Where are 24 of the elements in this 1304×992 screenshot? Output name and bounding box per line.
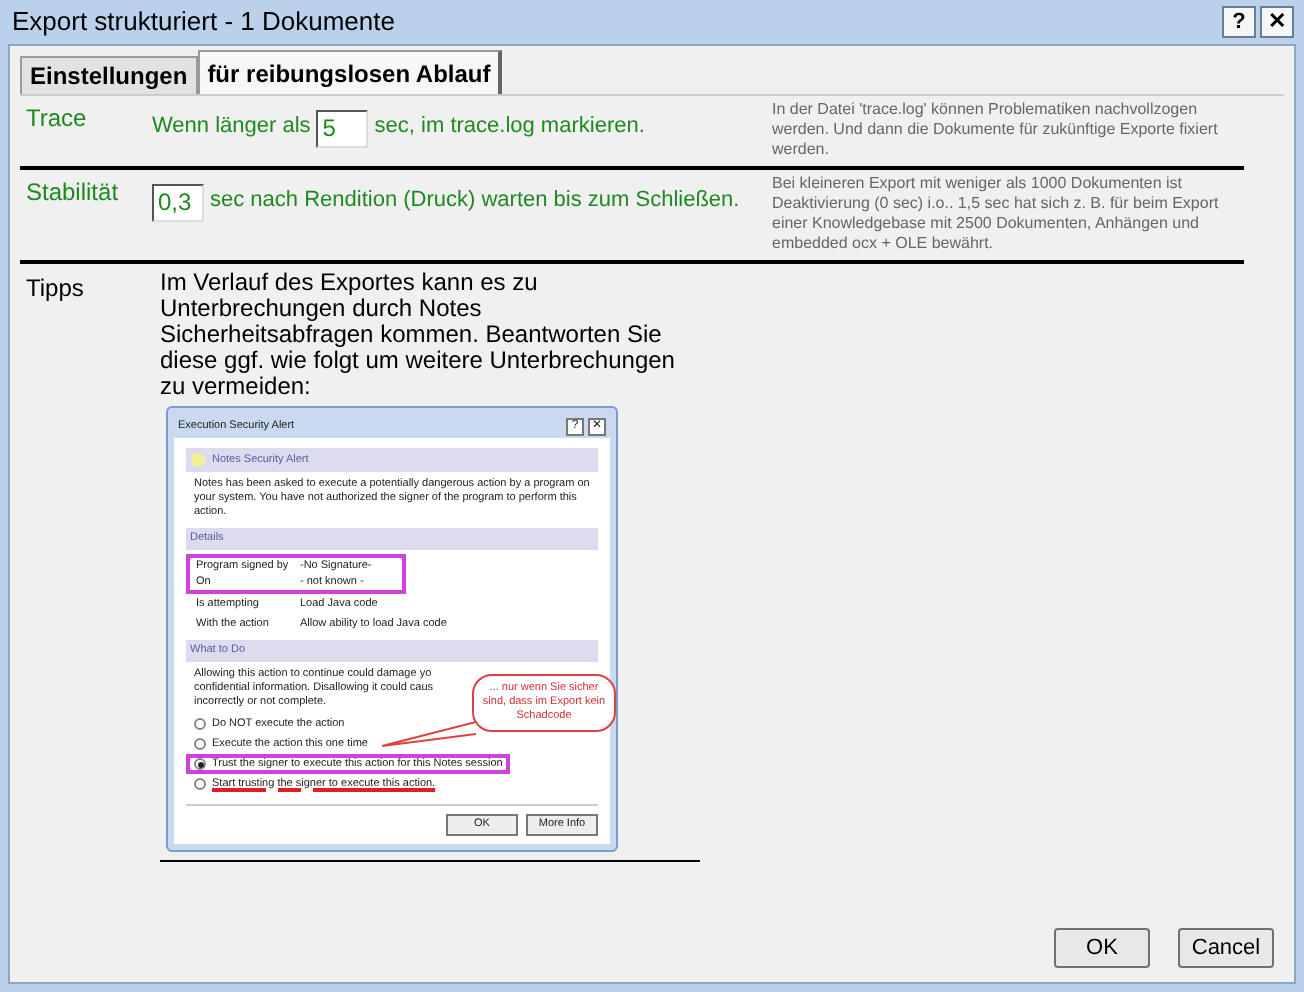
- setting-label: Trace: [24, 102, 89, 136]
- tips-text: Im Verlauf des Exportes kann es zu Unterbrechungen durch Notes Sicherheitsabfragen kommen. Beantworten Sie diese ggf. wie folgt um weitere Unterbrechungen zu vermeiden:: [160, 270, 677, 400]
- tab[interactable]: Einstellungen: [20, 56, 198, 94]
- radio-button[interactable]: [194, 718, 206, 730]
- title-bar-button[interactable]: ?: [1222, 6, 1256, 38]
- tab[interactable]: für reibungslosen Ablauf: [197, 50, 503, 94]
- radio-button[interactable]: [194, 778, 206, 790]
- radio-button[interactable]: [194, 758, 206, 770]
- radio-button[interactable]: [194, 738, 206, 750]
- setting-text: sec, im trace.log markieren.: [374, 112, 645, 142]
- window-title: Export strukturiert - 1 Dokumente: [12, 4, 395, 41]
- setting-note: In der Datei 'trace.log' können Problematiken nachvollzogen werden. Und dann die Dokumente für zukünftige Exporte fixiert werden.: [772, 100, 1220, 160]
- warning-icon: [190, 452, 206, 468]
- setting-label: Stabilität: [24, 176, 121, 210]
- title-bar-button[interactable]: ✕: [1260, 6, 1294, 38]
- setting-text: Wenn länger als: [152, 112, 311, 142]
- dialog-button[interactable]: OK: [1054, 928, 1150, 968]
- number-field[interactable]: 5: [316, 110, 369, 148]
- dialog-button[interactable]: Cancel: [1178, 928, 1274, 968]
- tips-label: Tipps: [24, 272, 86, 306]
- setting-note: Bei kleineren Export mit weniger als 1000 Dokumenten ist Deaktivierung (0 sec) i.o.. 1,5 sec hat sich z. B. für beim Export einer Knowledgebase mit 2500 Dokumenten, Anhängen und embedded ocx + OLE bewährt.: [772, 174, 1221, 254]
- setting-text: sec nach Rendition (Druck) warten bis zum Schließen.: [210, 186, 740, 216]
- number-field[interactable]: 0,3: [152, 184, 204, 222]
- callout-pointer: [380, 718, 476, 750]
